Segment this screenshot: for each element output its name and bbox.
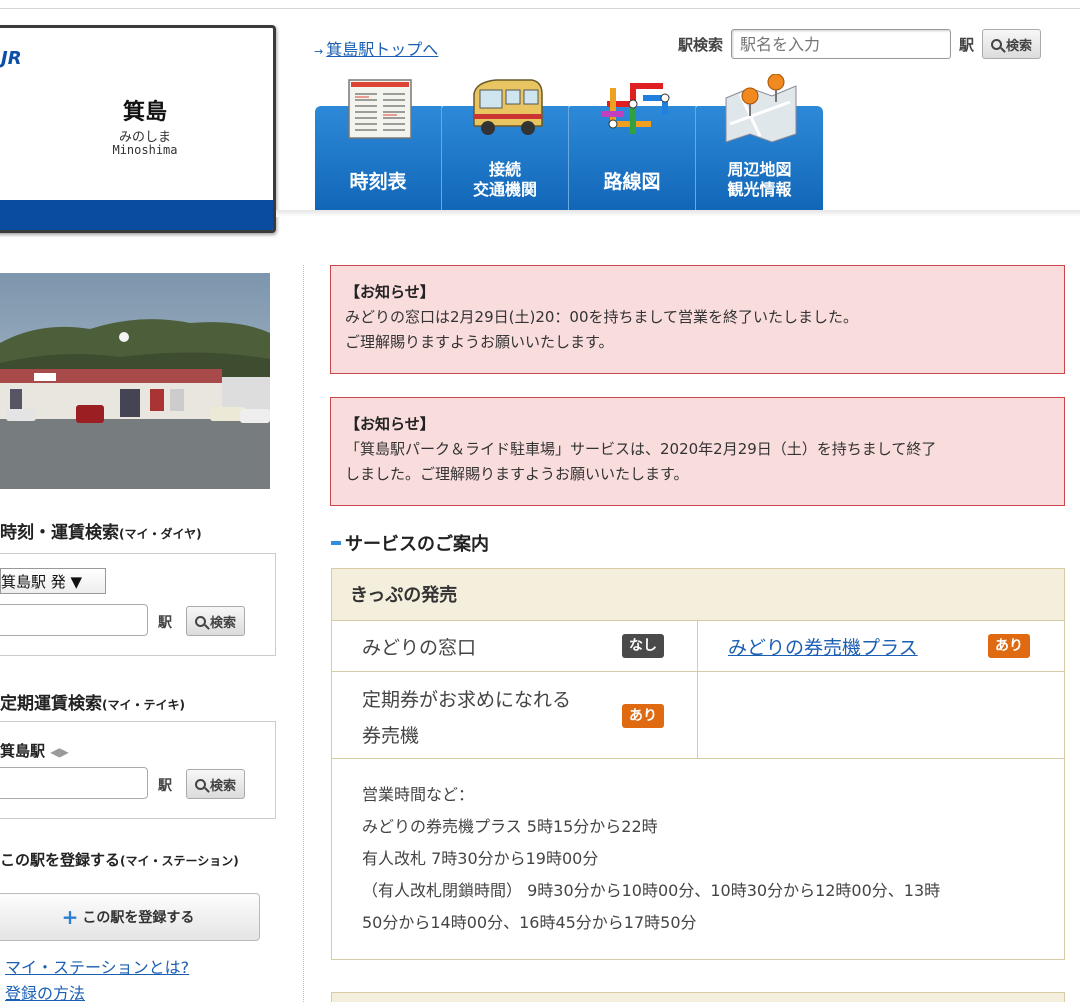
station-search-label: 駅検索 [678,35,724,54]
what-is-my-station-link[interactable]: マイ・ステーションとは? [5,954,189,978]
search-icon [991,38,1003,50]
station-top-link-text[interactable]: 箕島駅トップへ [326,40,438,59]
to-station-input[interactable] [0,604,148,636]
midori-window-label: みどりの窓口 [362,637,477,659]
hours-line-3: 有人改札 7時30分から19時00分 [362,849,599,868]
pass-from-station: 箕島駅 ◀▶ [0,740,69,761]
nav-shadow [276,210,1080,217]
timetable-search-title: 時刻・運賃検索(マイ・ダイヤ) [0,518,202,543]
notice-2-line-2: しました。ご理解賜りますようお願いいたします。 [345,465,689,483]
swap-arrows-icon[interactable]: ◀▶ [50,745,68,759]
timetable-search-button[interactable]: 検索 [186,606,246,636]
to-station-suffix: 駅 [158,615,172,631]
services-title-text: サービスのご案内 [345,534,489,555]
pass-search-title: 定期運賃検索(マイ・テイキ) [0,689,185,714]
tab-area-map-label: 周辺地図 観光情報 [696,160,823,200]
station-photo [0,273,270,489]
hours-line-4: （有人改札閉鎖時間） 9時30分から10時00分、10時30分から12時00分、… [362,881,941,900]
station-search: 駅検索 駅 検索 [678,27,1042,61]
notice-2-heading: 【お知らせ】 [345,415,435,433]
status-badge: なし [622,634,664,658]
midori-machine-cell: みどりの券売機プラス あり [698,621,1064,671]
pass-to-station-suffix: 駅 [158,778,172,794]
bus-icon [473,79,543,135]
top-rule [0,0,1080,9]
timetable-icon [348,79,412,139]
register-title: この駅を登録する(マイ・ステーション) [0,849,239,870]
tab-timetable[interactable]: 時刻表 [315,79,442,210]
notice-1-heading: 【お知らせ】 [345,283,435,301]
register-title-text: この駅を登録する [0,851,121,869]
hours-line-2: みどりの券売機プラス 5時15分から22時 [362,817,658,836]
tab-transport-label-1: 接続 [488,160,521,179]
pass-to-station-input[interactable] [0,767,148,799]
tab-transport-label: 接続 交通機関 [442,160,568,200]
tab-transport[interactable]: 接続 交通機関 [442,79,569,210]
station-name-kanji: 箕島 [122,100,167,125]
notice-2-line-1: 「箕島駅パーク＆ライド駐車場」サービスは、2020年2月29日（土）を持ちまして… [345,440,937,458]
tab-timetable-label: 時刻表 [349,171,407,193]
station-name-roman: Minoshima [112,143,178,157]
services-title: サービスのご案内 [331,530,489,556]
timetable-search-button-label: 検索 [210,615,237,631]
station-search-suffix: 駅 [959,35,975,54]
pass-search-button-label: 検索 [210,778,237,794]
next-section-header [331,992,1065,1002]
pass-search-button[interactable]: 検索 [186,769,246,799]
search-icon [195,615,206,627]
pass-search-title-text: 定期運賃検索 [0,694,102,714]
from-station-select[interactable]: 箕島駅 発 ▼ [0,568,106,594]
midori-machine-link[interactable]: みどりの券売機プラス [728,633,918,660]
register-station-button[interactable]: + この駅を登録する [0,893,260,941]
tab-area-map-label-1: 周辺地図 [727,160,792,179]
pass-search-subtitle: (マイ・テイキ) [102,698,185,712]
hours-line-5: 50分から14時00分、16時45分から17時50分 [362,913,697,932]
station-search-button[interactable]: 検索 [982,29,1042,59]
tab-transport-label-2: 交通機関 [472,180,537,199]
hours-line-1: 営業時間など： [362,785,475,804]
table-row: みどりの窓口 なし みどりの券売機プラス あり [332,621,1064,672]
register-subtitle: (マイ・ステーション) [120,854,239,868]
station-search-input[interactable] [731,29,952,59]
pass-machine-label: 定期券がお求めになれる 券売機 [362,682,571,754]
map-pin-icon [725,74,797,143]
timetable-search-title-text: 時刻・運賃検索 [0,523,119,543]
how-to-register-link[interactable]: 登録の方法 [5,980,85,1002]
arrow-right-icon: → [314,45,324,58]
table-row: 定期券がお求めになれる 券売機 あり [332,672,1064,759]
search-icon [195,778,206,790]
timetable-search-subtitle: (マイ・ダイヤ) [119,527,202,541]
jr-logo: JR [1,48,22,69]
tab-area-map[interactable]: 周辺地図 観光情報 [696,74,823,210]
notice-1: 【お知らせ】 みどりの窓口は2月29日(土)20：00を持ちまして営業を終了いた… [330,265,1065,374]
search-button-label: 検索 [1006,38,1033,54]
station-top-link[interactable]: → 箕島駅トップへ [314,36,438,60]
station-sign: JR 箕島 みのしま Minoshima [0,25,276,233]
pass-machine-label-1: 定期券がお求めになれる [362,689,572,711]
notice-2: 【お知らせ】 「箕島駅パーク＆ライド駐車場」サービスは、2020年2月29日（土… [330,397,1065,506]
sign-band [0,200,273,230]
pass-machine-cell: 定期券がお求めになれる 券売機 あり [332,672,698,758]
pass-machine-label-2: 券売機 [362,725,420,747]
ticket-sales-table: きっぷの発売 みどりの窓口 なし みどりの券売機プラス あり 定期券がお求めにな… [331,568,1065,960]
section-bar-icon [331,541,341,545]
pass-from-station-label: 箕島駅 [0,742,46,760]
business-hours: 営業時間など： みどりの券売機プラス 5時15分から22時 有人改札 7時30分… [332,759,1064,959]
notice-1-line-2: ご理解賜りますようお願いいたします。 [345,333,614,351]
register-station-button-label: この駅を登録する [82,910,195,926]
ticket-sales-header: きっぷの発売 [332,569,1064,621]
status-badge: あり [622,704,664,728]
tab-route-map[interactable]: 路線図 [569,83,696,210]
main-tabs: 時刻表 接続 交通機関 路線図 周辺地図 観光情報 [315,74,823,210]
midori-window-cell: みどりの窓口 なし [332,621,698,671]
tab-area-map-label-2: 観光情報 [727,180,792,199]
route-map-icon [601,83,670,134]
tab-route-map-label: 路線図 [603,171,661,193]
column-divider [303,265,304,1002]
plus-icon: + [61,905,79,929]
notice-1-line-1: みどりの窓口は2月29日(土)20：00を持ちまして営業を終了いたしました。 [345,308,859,326]
status-badge: あり [988,634,1030,658]
empty-cell [698,672,1064,758]
